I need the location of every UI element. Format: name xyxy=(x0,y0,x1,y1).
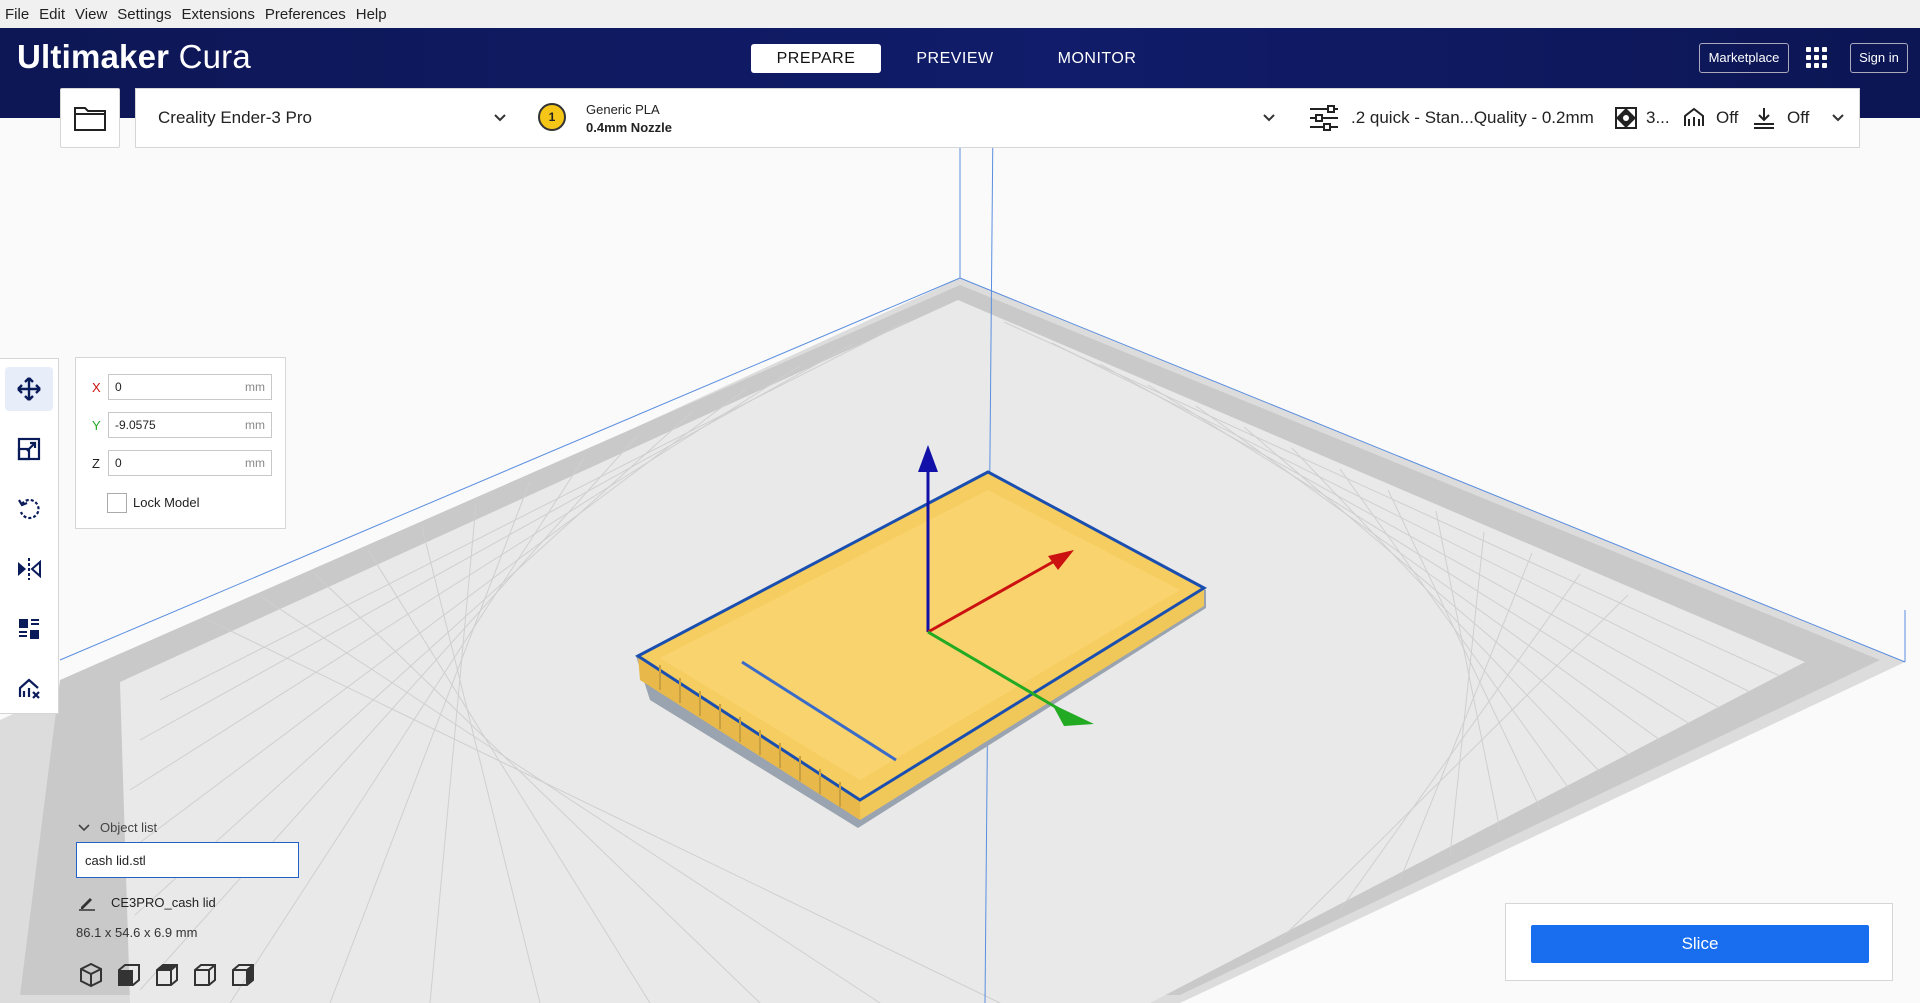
apps-grid-icon[interactable] xyxy=(1806,47,1830,71)
menu-help[interactable]: Help xyxy=(352,6,391,23)
support-blocker-icon xyxy=(18,678,40,699)
z-axis-label: Z xyxy=(92,456,100,471)
chevron-down-icon xyxy=(1832,114,1844,122)
x-axis-label: X xyxy=(92,380,101,395)
extruder-badge: 1 xyxy=(538,103,566,131)
tab-preview[interactable]: PREVIEW xyxy=(890,44,1020,73)
menu-edit[interactable]: Edit xyxy=(35,6,69,23)
chevron-down-icon xyxy=(1263,114,1275,122)
move-tool-button[interactable] xyxy=(5,367,53,411)
y-axis-label: Y xyxy=(92,418,101,433)
object-filename: cash lid.stl xyxy=(85,853,146,868)
app-logo: Ultimaker Cura xyxy=(17,38,251,76)
view-left-icon[interactable] xyxy=(192,962,218,988)
tab-monitor[interactable]: MONITOR xyxy=(1032,44,1162,73)
printer-name: Creality Ender-3 Pro xyxy=(158,108,313,127)
mirror-icon xyxy=(18,558,41,580)
edit-pencil-icon[interactable] xyxy=(78,893,96,911)
z-unit: mm xyxy=(245,456,265,470)
adhesion-value: Off xyxy=(1787,108,1810,127)
object-list-item[interactable]: cash lid.stl xyxy=(76,842,299,878)
mirror-tool-button[interactable] xyxy=(5,547,53,591)
view-top-icon[interactable] xyxy=(154,962,180,988)
open-file-button[interactable] xyxy=(60,88,120,148)
per-model-settings-icon xyxy=(19,619,39,639)
material-name: Generic PLA xyxy=(586,102,660,117)
support-blocker-button[interactable] xyxy=(5,667,53,711)
model-name: CE3PRO_cash lid xyxy=(111,895,216,910)
rotate-icon xyxy=(18,498,40,520)
lock-model-checkbox[interactable] xyxy=(107,493,127,513)
adhesion-icon xyxy=(1754,108,1774,129)
y-unit: mm xyxy=(245,418,265,432)
move-icon xyxy=(17,377,41,401)
move-tool-panel: X 0 mm Y -9.0575 mm Z 0 mm Lock Model xyxy=(75,357,286,529)
chevron-down-icon xyxy=(494,114,506,122)
menu-view[interactable]: View xyxy=(71,6,111,23)
printer-selector[interactable]: Creality Ender-3 Pro xyxy=(135,88,522,148)
slice-button[interactable]: Slice xyxy=(1531,925,1869,963)
slice-panel: Slice xyxy=(1505,903,1893,981)
support-icon xyxy=(1684,107,1704,126)
chevron-down-icon xyxy=(78,824,90,832)
infill-icon xyxy=(1615,107,1637,129)
menu-bar: File Edit View Settings Extensions Prefe… xyxy=(0,0,1920,29)
lock-model-label: Lock Model xyxy=(133,495,200,510)
y-value: -9.0575 xyxy=(115,418,156,432)
infill-value: 3... xyxy=(1646,108,1670,127)
rotate-tool-button[interactable] xyxy=(5,487,53,531)
menu-extensions[interactable]: Extensions xyxy=(177,6,258,23)
print-settings-selector[interactable]: .2 quick - Stan...Quality - 0.2mm 3... O… xyxy=(1290,88,1860,148)
logo-bold-text: Ultimaker xyxy=(17,38,170,75)
nozzle-name: 0.4mm Nozzle xyxy=(586,120,672,135)
per-model-settings-button[interactable] xyxy=(5,607,53,651)
x-value: 0 xyxy=(115,380,122,394)
scale-tool-button[interactable] xyxy=(5,427,53,471)
tab-prepare[interactable]: PREPARE xyxy=(751,44,881,73)
menu-settings[interactable]: Settings xyxy=(113,6,175,23)
support-value: Off xyxy=(1716,108,1739,127)
x-unit: mm xyxy=(245,380,265,394)
marketplace-button[interactable]: Marketplace xyxy=(1699,43,1789,73)
sliders-icon xyxy=(1310,105,1338,131)
folder-icon xyxy=(74,107,106,131)
menu-preferences[interactable]: Preferences xyxy=(261,6,350,23)
logo-light-text: Cura xyxy=(178,38,251,75)
z-coordinate-input[interactable]: 0 mm xyxy=(108,450,272,476)
menu-file[interactable]: File xyxy=(1,6,33,23)
y-coordinate-input[interactable]: -9.0575 mm xyxy=(108,412,272,438)
scale-icon xyxy=(17,437,41,461)
object-list-title: Object list xyxy=(100,820,158,835)
z-value: 0 xyxy=(115,456,122,470)
sign-in-button[interactable]: Sign in xyxy=(1850,43,1908,73)
profile-name: .2 quick - Stan...Quality - 0.2mm xyxy=(1351,108,1594,127)
tool-panel xyxy=(0,358,59,714)
view-right-icon[interactable] xyxy=(230,962,256,988)
view-3d-icon[interactable] xyxy=(78,962,104,988)
view-front-icon[interactable] xyxy=(116,962,142,988)
material-selector[interactable]: 1 Generic PLA 0.4mm Nozzle xyxy=(520,88,1291,148)
model-dimensions: 86.1 x 54.6 x 6.9 mm xyxy=(76,925,198,940)
object-list-toggle[interactable]: Object list xyxy=(78,820,157,835)
x-coordinate-input[interactable]: 0 mm xyxy=(108,374,272,400)
